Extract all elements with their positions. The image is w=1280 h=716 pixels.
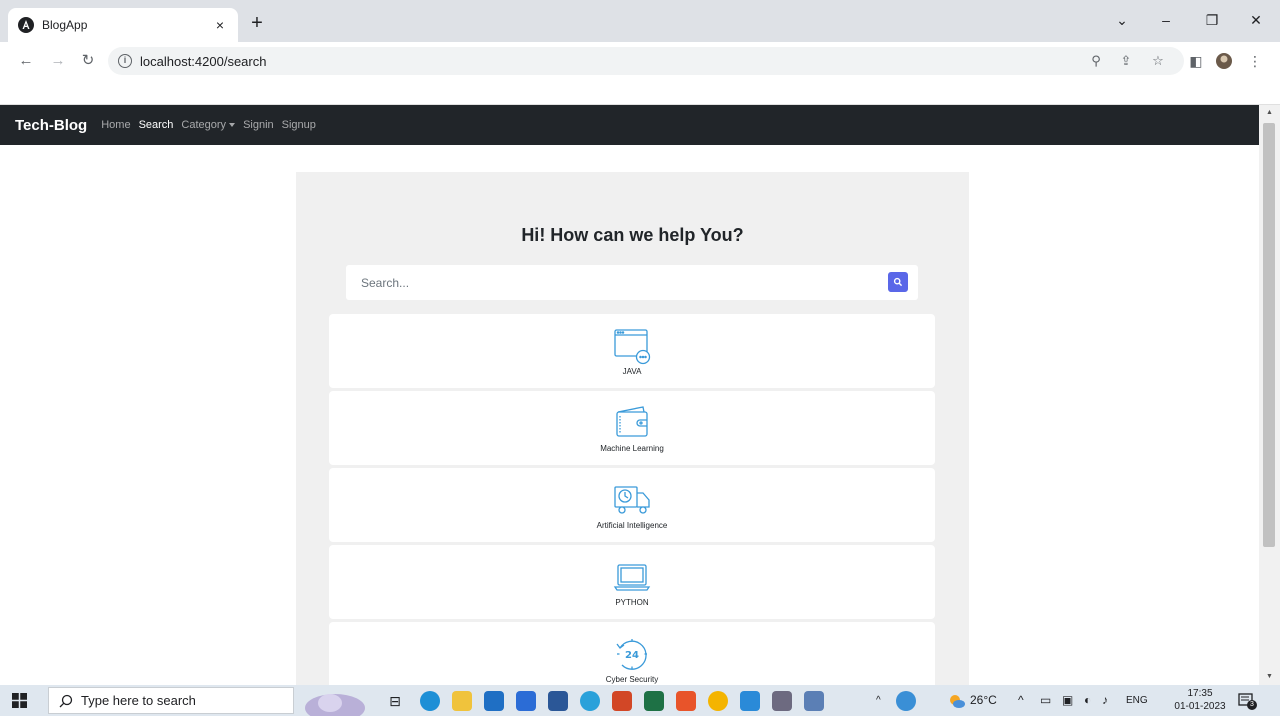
back-arrow-icon[interactable]: ← (16, 51, 36, 71)
taskbar-search[interactable]: Type here to search (48, 687, 294, 714)
office-icon[interactable] (676, 691, 696, 711)
nav-link-signup[interactable]: Signup (282, 119, 316, 131)
notes-icon[interactable] (804, 691, 824, 711)
restore-button[interactable]: ❐ (1192, 8, 1232, 32)
chrome-icon[interactable] (708, 691, 728, 711)
nav-link-category-label: Category (181, 119, 227, 131)
scrollbar-thumb[interactable] (1263, 123, 1275, 547)
wallet-icon (616, 406, 648, 437)
page-viewport: Tech-Blog Home Search Category Signin Si… (0, 105, 1259, 685)
excel-icon[interactable] (644, 691, 664, 711)
close-window-button[interactable]: ✕ (1236, 8, 1276, 32)
network-icon[interactable]: ▣ (1062, 685, 1073, 716)
browser-tab[interactable]: BlogApp × (8, 8, 238, 42)
app-navbar: Tech-Blog Home Search Category Signin Si… (0, 105, 1259, 145)
search-icon (59, 694, 73, 707)
notification-count-badge: 3 (1247, 700, 1257, 710)
weather-temp[interactable]: 26°C (970, 685, 997, 716)
scroll-up-icon[interactable]: ▲ (1259, 105, 1280, 121)
help-panel: Hi! How can we help You? JAVA (296, 172, 969, 685)
category-card-cyber-security[interactable]: 24 Cyber Security (329, 622, 935, 685)
category-label: PYTHON (615, 598, 649, 607)
app-icon[interactable] (772, 691, 792, 711)
nav-dropdown-category[interactable]: Category (181, 119, 236, 131)
file-explorer-icon[interactable] (452, 691, 472, 711)
battery-status-icon[interactable]: ▭ (1040, 685, 1051, 716)
browser-tab-strip: BlogApp × + ⌄ – ❐ ✕ (0, 0, 1280, 42)
search-highlight-image (305, 694, 365, 716)
address-url: localhost:4200/search (140, 53, 267, 69)
clock-24-icon: 24 (616, 639, 647, 670)
tab-title: BlogApp (42, 18, 88, 32)
nav-link-signin[interactable]: Signin (243, 119, 274, 131)
search-button[interactable] (888, 272, 908, 292)
nav-link-home[interactable]: Home (101, 119, 130, 131)
new-tab-button[interactable]: + (245, 12, 269, 36)
clock-date: 01-01-2023 (1174, 701, 1226, 712)
speaker-icon[interactable]: ♪ (1102, 685, 1108, 716)
search-bar (346, 265, 918, 300)
laptop-icon (613, 564, 651, 591)
weather-sun-cloud-icon (950, 695, 965, 708)
tray-overflow-icon[interactable]: ^ (1018, 685, 1024, 716)
windows-start-icon[interactable] (12, 693, 27, 708)
brand-logo[interactable]: Tech-Blog (15, 117, 87, 134)
task-view-icon[interactable]: ⊟ (385, 691, 405, 711)
edge-browser-icon[interactable] (420, 691, 440, 711)
category-card-artificial-intelligence[interactable]: Artificial Intelligence (329, 468, 935, 542)
reload-icon[interactable]: ↻ (78, 51, 98, 71)
forward-arrow-icon[interactable]: → (48, 51, 68, 71)
browser-window-chat-icon (614, 329, 651, 365)
nav-link-search[interactable]: Search (139, 119, 174, 131)
category-label: JAVA (622, 367, 642, 376)
category-card-python[interactable]: PYTHON (329, 545, 935, 619)
category-label: Cyber Security (605, 675, 659, 684)
page-title: Hi! How can we help You? (521, 225, 744, 245)
side-panel-icon[interactable]: ◧ (1186, 51, 1206, 71)
volume-icon[interactable]: ◐ (1084, 685, 1091, 716)
search-icon (893, 277, 903, 287)
help-app-icon[interactable] (896, 691, 916, 711)
profile-avatar-icon[interactable] (1214, 51, 1234, 71)
angular-favicon-icon (18, 17, 34, 33)
powerpoint-icon[interactable] (612, 691, 632, 711)
tab-close-icon[interactable]: × (212, 17, 228, 33)
os-taskbar: Type here to search ⊟ ^ 26°C ^ ▭ ▣ ◐ ♪ E… (0, 685, 1280, 716)
telegram-icon[interactable] (580, 691, 600, 711)
category-card-java[interactable]: JAVA (329, 314, 935, 388)
site-info-icon[interactable]: i (118, 54, 132, 68)
notification-center-icon[interactable]: 3 (1236, 691, 1257, 711)
svg-text:24: 24 (625, 650, 639, 661)
browser-toolbar: ← → ↻ i localhost:4200/search ⚲ ⇪ ☆ ◧ ⋮ (0, 42, 1280, 80)
scroll-down-icon[interactable]: ▼ (1259, 669, 1280, 685)
tab-search-icon[interactable]: ⌄ (1102, 8, 1142, 32)
category-label: Artificial Intelligence (596, 521, 668, 530)
bookmark-star-icon[interactable]: ☆ (1148, 47, 1168, 75)
word-icon[interactable] (548, 691, 568, 711)
clock-time: 17:35 (1187, 688, 1213, 699)
page-scrollbar[interactable]: ▲ ▼ (1259, 105, 1280, 685)
language-indicator[interactable]: ENG (1126, 685, 1148, 716)
tray-chevron-icon[interactable]: ^ (876, 685, 881, 716)
delivery-truck-clock-icon (614, 486, 650, 514)
category-label: Machine Learning (600, 444, 664, 453)
mail-icon[interactable] (484, 691, 504, 711)
address-bar[interactable]: i localhost:4200/search ⚲ ⇪ ☆ (108, 47, 1184, 75)
bookmark-bar (0, 80, 1280, 105)
minimize-button[interactable]: – (1146, 8, 1186, 32)
caret-down-icon (229, 123, 236, 128)
search-input[interactable] (346, 265, 876, 300)
taskbar-search-placeholder: Type here to search (81, 693, 196, 708)
clock[interactable]: 17:35 01-01-2023 (1172, 687, 1228, 713)
menu-kebab-icon[interactable]: ⋮ (1245, 51, 1265, 71)
vscode-icon[interactable] (740, 691, 760, 711)
dropbox-icon[interactable] (516, 691, 536, 711)
zoom-icon[interactable]: ⚲ (1086, 47, 1106, 75)
share-icon[interactable]: ⇪ (1116, 47, 1136, 75)
category-card-machine-learning[interactable]: Machine Learning (329, 391, 935, 465)
